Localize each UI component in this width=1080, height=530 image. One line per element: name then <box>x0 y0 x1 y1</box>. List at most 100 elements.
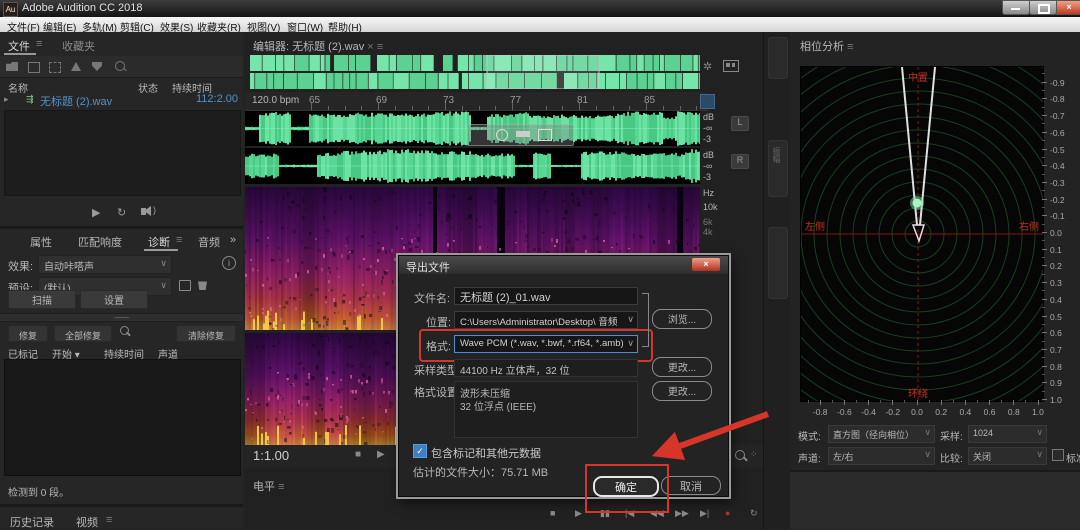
tab-diagnostics[interactable]: 诊断 <box>148 234 170 250</box>
metronome-icon[interactable] <box>700 94 715 109</box>
splitter-bar[interactable] <box>0 313 243 322</box>
import-file-icon[interactable] <box>6 62 18 71</box>
mountain-icon[interactable] <box>71 62 81 71</box>
phase-y-tick <box>1042 265 1047 267</box>
filename-input[interactable]: 无标题 (2)_01.wav <box>454 287 638 305</box>
fix-button[interactable]: 修复 <box>8 325 48 342</box>
play-icon[interactable]: ▶ <box>377 449 385 460</box>
fix-all-button[interactable]: 全部修复 <box>54 325 112 342</box>
preview-loop-button[interactable]: ↻ <box>117 206 126 219</box>
preview-volume-icon[interactable]: ) <box>141 205 156 216</box>
active-tab-underline <box>4 53 36 55</box>
ruler-tick <box>545 106 547 110</box>
change-format-button[interactable]: 更改... <box>652 381 712 401</box>
file-list-area <box>4 110 241 196</box>
time-display[interactable]: 1:1.00 <box>253 448 289 463</box>
tab-extra[interactable]: 音频 <box>198 234 220 250</box>
phase-x-tick <box>1013 400 1015 405</box>
diag-status-text: 检测到 0 段。 <box>8 488 70 499</box>
ruler-tick <box>411 106 413 110</box>
phase-y-tick-minor <box>1042 106 1045 108</box>
panel-divider <box>0 226 243 229</box>
history-menu-icon[interactable]: ≡ <box>106 514 112 526</box>
delete-preset-icon[interactable] <box>198 281 207 290</box>
tab-history[interactable]: 历史记录 <box>10 514 54 530</box>
ruler-tick <box>344 106 346 110</box>
diagnostics-list <box>4 359 241 476</box>
phase-panel-title[interactable]: 相位分析 ≡ <box>800 38 853 54</box>
dock-tab-2[interactable]: 振幅 <box>768 140 788 197</box>
tab-video[interactable]: 视频 <box>76 514 98 530</box>
diag-menu-icon[interactable]: ≡ <box>176 234 182 246</box>
waveform-file-icon: ⇶ <box>26 94 34 104</box>
search-icon[interactable] <box>115 61 127 72</box>
info-icon[interactable]: i <box>222 256 236 270</box>
phase-y-tick-label: -0.3 <box>1050 177 1065 188</box>
extract-icon[interactable] <box>49 62 61 73</box>
files-panel-menu-icon[interactable]: ≡ <box>36 38 42 50</box>
cancel-button[interactable]: 取消 <box>661 476 721 495</box>
phase-x-tick <box>843 400 845 405</box>
loop-icon[interactable]: ↻ <box>750 508 758 519</box>
preview-play-button[interactable]: ▶ <box>92 206 100 219</box>
waveform-channel-right[interactable] <box>245 148 700 184</box>
spot-healing-icon[interactable]: ✲ <box>703 60 712 73</box>
include-markers-checkbox[interactable]: ✓ <box>413 444 427 458</box>
tab-files[interactable]: 文件 <box>8 38 30 54</box>
stop-icon[interactable]: ■ <box>550 508 555 518</box>
save-preset-icon[interactable] <box>179 280 191 291</box>
tab-properties[interactable]: 属性 <box>30 234 52 250</box>
phase-y-tick-minor <box>1042 190 1045 192</box>
scan-button[interactable]: 扫描 <box>8 290 76 309</box>
selection-hud[interactable] <box>467 124 574 146</box>
normalize-checkbox[interactable] <box>1052 449 1064 461</box>
phase-y-tick-minor <box>1042 173 1045 175</box>
phase-plot[interactable]: 中置左侧 右侧环绕 <box>800 66 1044 402</box>
dialog-title-bar[interactable]: 导出文件 × <box>399 256 728 274</box>
include-markers-label: 包含标记和其他元数据 <box>431 448 541 460</box>
close-button[interactable]: × <box>1056 0 1080 15</box>
overview-waveform[interactable] <box>250 55 700 89</box>
link-bracket <box>642 293 649 347</box>
dock-tab-3[interactable] <box>768 227 788 299</box>
channel-dropdown[interactable]: 左/右 ∨ <box>828 447 935 465</box>
clear-button[interactable]: 清除修复 <box>176 325 236 342</box>
timeline-ruler[interactable]: 120.0 bpm 65 69 73 77 81 85 <box>245 92 708 111</box>
editor-header[interactable]: 编辑器: 无标题 (2).wav × ≡ <box>253 38 383 54</box>
levels-panel-tab[interactable]: 电平 ≡ <box>253 478 284 494</box>
new-file-icon[interactable] <box>28 62 40 73</box>
play-icon[interactable]: ▶ <box>575 508 582 519</box>
skip-fwd-icon[interactable]: ▶| <box>700 508 709 519</box>
channel-left-button[interactable]: L <box>731 116 749 131</box>
panel-overflow-icon[interactable]: » <box>230 234 236 246</box>
window-title: Adobe Audition CC 2018 <box>22 2 143 14</box>
compare-dropdown[interactable]: 关闭 ∨ <box>968 447 1047 465</box>
stop-icon[interactable]: ■ <box>355 449 361 460</box>
dialog-close-button[interactable]: × <box>692 258 720 271</box>
maximize-button[interactable] <box>1029 0 1057 15</box>
dock-tab-1[interactable] <box>768 37 788 79</box>
ruler-tick <box>528 106 530 110</box>
forward-icon[interactable]: ▶▶ <box>675 508 689 519</box>
file-name[interactable]: 无标题 (2).wav <box>40 93 112 109</box>
channel-right-button[interactable]: R <box>731 154 749 169</box>
layout-icon[interactable] <box>723 60 739 72</box>
minimize-button[interactable] <box>1002 0 1030 15</box>
title-bar: Au Adobe Audition CC 2018 × <box>0 0 1080 17</box>
effect-dropdown[interactable]: 自动咔嗒声 ∨ <box>38 255 172 274</box>
expand-arrow-icon[interactable]: ▸ <box>4 94 9 105</box>
location-dropdown[interactable]: C:\Users\Administrator\Desktop\ 音频 ∨ <box>454 311 638 329</box>
tab-favorites[interactable]: 收藏夹 <box>62 38 95 54</box>
browse-button[interactable]: 浏览... <box>652 309 712 329</box>
record-icon[interactable]: ● <box>725 508 730 518</box>
phase-y-tick-label: 0.7 <box>1050 344 1062 355</box>
change-sample-button[interactable]: 更改... <box>652 357 712 377</box>
file-row[interactable]: ▸ ⇶ 无标题 (2).wav 112:2.00 <box>0 92 243 108</box>
chevron-down-icon: ∨ <box>160 258 167 268</box>
trash-icon[interactable] <box>92 62 102 71</box>
samples-dropdown[interactable]: 1024 ∨ <box>968 425 1047 443</box>
mode-dropdown[interactable]: 直方图（径向相位） ∨ <box>828 425 935 443</box>
diag-settings-button[interactable]: 设置 <box>80 290 148 309</box>
search-icon[interactable] <box>120 326 132 338</box>
tab-loudness[interactable]: 匹配响度 <box>78 234 122 250</box>
